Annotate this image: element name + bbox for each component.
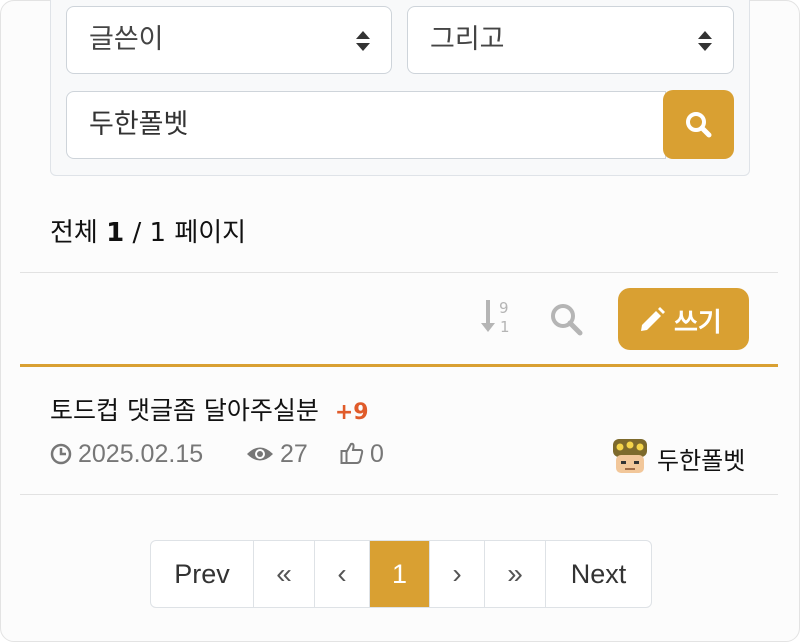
search-input[interactable]: 두한폴벳 (66, 91, 666, 159)
page-summary-prefix: 전체 (50, 218, 98, 248)
page-summary-total: 1 (149, 218, 167, 248)
clock-icon (50, 443, 72, 465)
post-views-value: 27 (280, 440, 308, 468)
post-date-value: 2025.02.15 (78, 440, 204, 468)
comment-count-badge: +9 (334, 400, 369, 425)
page-summary: 전체 1 / 1 페이지 (50, 212, 246, 249)
search-field-select[interactable]: 글쓴이 (66, 6, 392, 74)
search-operator-select-value: 그리고 (430, 24, 505, 55)
divider (20, 494, 778, 495)
pagination-prev-button[interactable]: Prev (151, 541, 253, 607)
pagination-next-button[interactable]: Next (545, 541, 651, 607)
post-title-link[interactable]: 토드컵 댓글좀 달아주실분 +9 (50, 391, 369, 427)
pagination: Prev « ‹ 1 › » Next (150, 540, 652, 608)
write-button-label: 쓰기 (674, 308, 722, 338)
search-icon[interactable] (549, 302, 583, 336)
post-views: 27 (246, 440, 308, 469)
post-title: 토드컵 댓글좀 달아주실분 (50, 396, 319, 425)
search-input-value: 두한폴벳 (89, 109, 189, 140)
search-submit-button[interactable] (663, 90, 734, 159)
select-arrows-icon (356, 31, 370, 51)
avatar-icon (613, 439, 647, 473)
search-field-select-value: 글쓴이 (89, 24, 164, 55)
pagination-last-button[interactable]: » (484, 541, 545, 607)
page-summary-suffix: 페이지 (174, 218, 247, 248)
search-operator-select[interactable]: 그리고 (407, 6, 734, 74)
search-icon (686, 112, 712, 138)
svg-text:1: 1 (500, 318, 510, 336)
select-arrows-icon (698, 31, 712, 51)
post-date: 2025.02.15 (50, 440, 203, 469)
list-header-divider (20, 364, 778, 367)
pencil-icon (641, 307, 665, 331)
divider (20, 272, 778, 273)
page-summary-current: 1 (106, 218, 125, 248)
post-author-name: 두한폴벳 (657, 447, 746, 475)
post-likes-value: 0 (370, 440, 384, 468)
eye-icon (247, 447, 273, 461)
pagination-previous-page-button[interactable]: ‹ (314, 541, 369, 607)
post-likes: 0 (340, 440, 384, 469)
page-summary-separator: / (132, 218, 142, 248)
pagination-first-button[interactable]: « (253, 541, 314, 607)
pagination-next-page-button[interactable]: › (429, 541, 484, 607)
pagination-page-current[interactable]: 1 (369, 541, 429, 607)
svg-text:9: 9 (499, 299, 509, 317)
sort-numeric-icon[interactable]: 9 1 (480, 298, 514, 336)
thumbs-up-icon (340, 442, 364, 464)
write-button[interactable]: 쓰기 (618, 288, 749, 350)
